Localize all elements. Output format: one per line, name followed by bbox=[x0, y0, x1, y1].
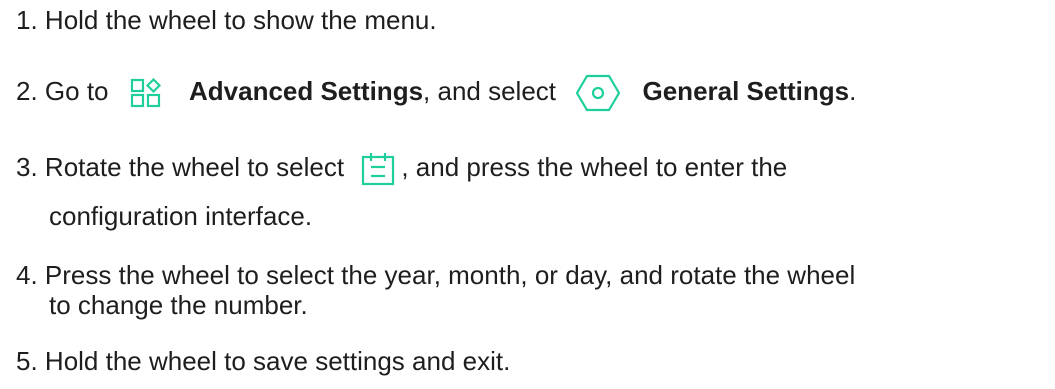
apps-grid-icon bbox=[128, 77, 168, 108]
step-4-number: 4. bbox=[16, 260, 38, 290]
step-2: 2. Go to Advanced Settings, and select G… bbox=[16, 73, 856, 113]
step-3-number: 3. bbox=[16, 152, 38, 182]
step-3-suffix: , and press the wheel to enter the bbox=[401, 152, 788, 182]
step-3-continuation: configuration interface. bbox=[49, 201, 313, 231]
general-settings-label: General Settings bbox=[642, 75, 850, 106]
advanced-settings-label: Advanced Settings bbox=[188, 75, 424, 106]
step-1-text: Hold the wheel to show the menu. bbox=[44, 5, 437, 35]
step-4: 4. Press the wheel to select the year, m… bbox=[16, 258, 855, 292]
step-5: 5. Hold the wheel to save settings and e… bbox=[16, 344, 510, 378]
step-2-middle: , and select bbox=[423, 75, 557, 106]
step-3-prefix: Rotate the wheel to select bbox=[44, 152, 345, 182]
calendar-icon bbox=[361, 152, 395, 186]
step-2-suffix: . bbox=[849, 75, 857, 106]
step-1: 1. Hold the wheel to show the menu. bbox=[16, 3, 437, 37]
step-4-text: Press the wheel to select the year, mont… bbox=[44, 260, 856, 290]
step-4-continuation: to change the number. bbox=[49, 290, 308, 320]
step-5-text: Hold the wheel to save settings and exit… bbox=[44, 346, 511, 376]
step-2-number: 2. bbox=[16, 75, 38, 106]
step-3: 3. Rotate the wheel to select , and pres… bbox=[16, 150, 787, 186]
step-5-number: 5. bbox=[16, 346, 38, 376]
hexagon-settings-icon bbox=[575, 73, 621, 113]
step-1-number: 1. bbox=[16, 5, 38, 35]
step-2-prefix: Go to bbox=[44, 75, 109, 106]
